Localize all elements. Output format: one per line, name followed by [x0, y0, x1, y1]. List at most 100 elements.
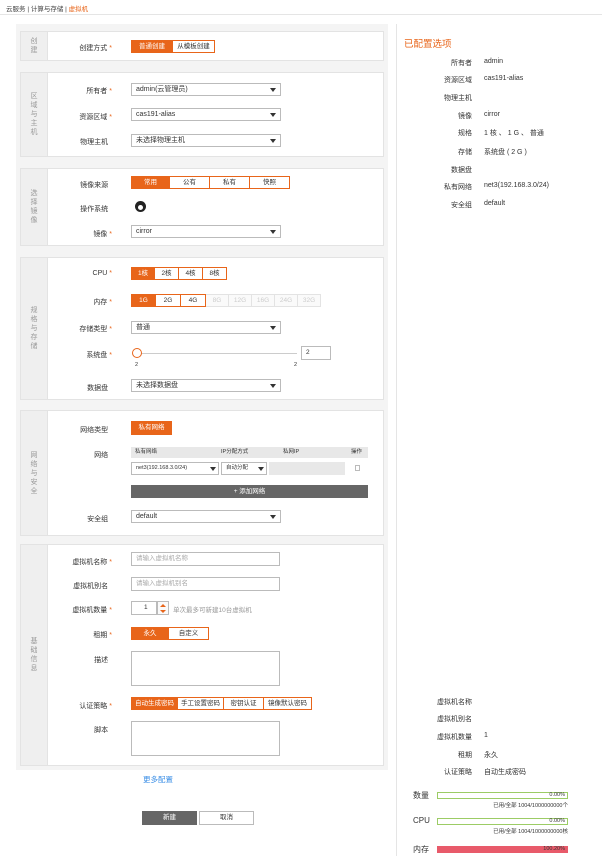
chevron-down-icon [270, 113, 276, 117]
summary-title: 已配置选项 [404, 39, 452, 50]
secgroup-label: 安全组 [87, 516, 109, 523]
quota-bar: 0.00% [437, 818, 568, 825]
summary-value: cirror [484, 111, 500, 118]
auth-manual[interactable]: 手工设置密码 [178, 697, 224, 710]
region-select[interactable]: cas191-alias [131, 108, 281, 121]
image-source-snapshot[interactable]: 快照 [250, 176, 290, 189]
summary-key: 安全组 [451, 202, 472, 209]
secgroup-select[interactable]: default [131, 510, 281, 523]
cpu-option[interactable]: 8核 [203, 267, 227, 280]
col-private-ip: 私网IP [283, 449, 300, 455]
create-button[interactable]: 新建 [142, 811, 197, 825]
datadisk-label: 数据盘 [87, 385, 109, 392]
auth-options: 自动生成密码 手工设置密码 密钥认证 镜像默认密码 [131, 697, 312, 710]
quota-label: 数量 [413, 791, 429, 800]
add-network-button[interactable]: + 添加网络 [131, 485, 368, 498]
quota-label: CPU [413, 816, 430, 825]
summary-value: 系统盘 ( 2 G ) [484, 149, 527, 156]
chevron-up-icon[interactable] [160, 604, 166, 607]
sysdisk-input[interactable]: 2 [301, 346, 331, 360]
auth-key[interactable]: 密钥认证 [224, 697, 264, 710]
image-source-label: 镜像来源 [80, 182, 109, 189]
auth-image-default[interactable]: 镜像默认密码 [264, 697, 312, 710]
linux-os-icon[interactable] [135, 201, 146, 212]
summary-key: 镜像 [458, 113, 472, 120]
script-textarea[interactable] [131, 721, 280, 756]
storage-type-label: 存储类型 * [79, 326, 112, 333]
lease-permanent[interactable]: 永久 [131, 627, 169, 640]
network-table-header: 私有网络 IP分配方式 私网IP 操作 [131, 447, 368, 458]
auth-auto[interactable]: 自动生成密码 [131, 697, 178, 710]
storage-type-select[interactable]: 普通 [131, 321, 281, 334]
vmcount-input[interactable]: 1 [131, 601, 157, 615]
cancel-button[interactable]: 取消 [199, 811, 254, 825]
chevron-down-icon [270, 384, 276, 388]
cpu-option[interactable]: 4核 [179, 267, 203, 280]
chevron-down-icon [210, 467, 216, 471]
create-template-option[interactable]: 从模板创建 [173, 40, 215, 53]
chevron-down-icon [270, 515, 276, 519]
vmalias-input[interactable]: 请输入虚拟机别名 [131, 577, 280, 591]
chevron-down-icon [258, 467, 264, 471]
breadcrumb-cloud[interactable]: 云服务 [6, 6, 26, 13]
image-select[interactable]: cirror [131, 225, 281, 238]
image-label: 镜像 * [93, 231, 112, 238]
cpu-option[interactable]: 1核 [131, 267, 155, 280]
lease-label: 租期 * [93, 632, 112, 639]
breadcrumb-sep: | [27, 6, 30, 13]
cpu-label: CPU * [92, 270, 112, 277]
summary-value: 永久 [484, 752, 498, 759]
quota-bar: 0.00% [437, 792, 568, 799]
cpu-option[interactable]: 2核 [155, 267, 179, 280]
breadcrumb-compute[interactable]: 计算与存储 [31, 6, 64, 13]
create-normal-option[interactable]: 普通创建 [131, 40, 173, 53]
image-source-private[interactable]: 私有 [210, 176, 250, 189]
owner-select[interactable]: admin(云管理员) [131, 83, 281, 96]
datadisk-select[interactable]: 未选择数据盘 [131, 379, 281, 392]
sysdisk-min: 2 [135, 362, 139, 368]
lease-toggle: 永久 自定义 [131, 627, 209, 640]
memory-option[interactable]: 1G [131, 294, 156, 307]
lease-custom[interactable]: 自定义 [169, 627, 209, 640]
chevron-down-icon [270, 139, 276, 143]
breadcrumb-sep: | [65, 6, 67, 13]
memory-option[interactable]: 2G [156, 294, 181, 307]
memory-option[interactable]: 4G [181, 294, 206, 307]
more-config-link[interactable]: 更多配置 [143, 774, 173, 785]
memory-option: 12G [229, 294, 252, 307]
summary-key: 存储 [458, 149, 472, 156]
create-mode-toggle: 普通创建 从模板创建 [131, 40, 215, 53]
summary-value: cas191-alias [484, 75, 524, 82]
quota-bar: 100.20% [437, 846, 568, 853]
host-select[interactable]: 未选择物理主机 [131, 134, 281, 147]
private-ip-field[interactable] [269, 462, 345, 475]
summary-value: 1 核 、 1 G 、 普通 [484, 130, 544, 137]
memory-option: 24G [275, 294, 298, 307]
desc-textarea[interactable] [131, 651, 280, 686]
sysdisk-slider-handle[interactable] [132, 348, 142, 358]
vmcount-hint: 单次最多可新建10台虚拟机 [173, 607, 252, 614]
private-network-button[interactable]: 私有网络 [131, 421, 172, 435]
chevron-down-icon[interactable] [160, 610, 166, 613]
auth-label: 认证策略 * [79, 703, 112, 710]
image-source-tabs: 常用 公有 私有 快照 [131, 176, 290, 189]
image-source-common[interactable]: 常用 [131, 176, 170, 189]
vmname-label: 虚拟机名称 * [72, 559, 112, 566]
quota-label: 内存 [413, 845, 429, 854]
network-select[interactable]: net3(192.168.3.0/24) [131, 462, 219, 475]
sysdisk-label: 系统盘 * [86, 352, 112, 359]
ip-alloc-select[interactable]: 自动分配 [221, 462, 267, 475]
divider [0, 14, 602, 15]
quota-percent: 0.00% [549, 818, 565, 824]
col-actions: 操作 [351, 449, 363, 455]
vmname-input[interactable]: 请输入虚拟机名称 [131, 552, 280, 566]
delete-icon[interactable] [355, 465, 360, 471]
quota-percent: 100.20% [543, 846, 565, 852]
col-ip-alloc: IP分配方式 [221, 449, 249, 455]
image-source-public[interactable]: 公有 [170, 176, 210, 189]
desc-label: 描述 [94, 657, 109, 664]
cpu-options: 1核 2核 4核 8核 [131, 267, 227, 280]
summary-key: 所有者 [451, 60, 472, 67]
memory-option: 32G [298, 294, 321, 307]
vmcount-stepper[interactable] [157, 601, 169, 615]
